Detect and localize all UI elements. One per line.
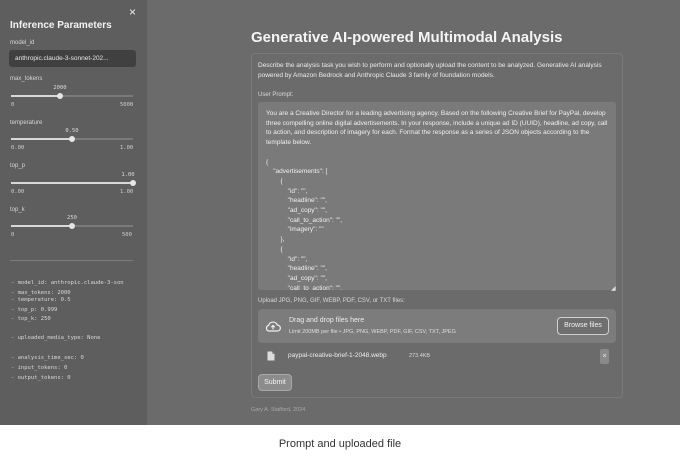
max-tokens-value: 2000 (53, 85, 67, 91)
uploaded-file-size: 273.4KB (409, 352, 431, 359)
page-title: Generative AI-powered Multimodal Analysi… (251, 29, 563, 46)
top-p-label: top_p (10, 163, 26, 169)
top-k-slider-thumb[interactable] (69, 223, 75, 229)
temperature-label: temperature (10, 120, 43, 126)
app-window: × Inference Parameters model_id anthropi… (0, 0, 680, 425)
cloud-upload-icon (265, 321, 281, 332)
max-tokens-max: 5000 (120, 102, 134, 108)
log-top-p: - top_p: 0.999 (11, 307, 58, 313)
sidebar-title: Inference Parameters (10, 20, 112, 31)
log-input-tokens: - input_tokens: 0 (11, 365, 68, 371)
footer-credit: Gary A. Stafford, 2024 (251, 407, 306, 413)
top-k-value: 250 (67, 215, 77, 221)
max-tokens-slider-fill (11, 95, 60, 97)
max-tokens-min: 0 (11, 102, 15, 108)
upload-label: Upload JPG, PNG, GIF, WEBP, PDF, CSV, or… (258, 298, 405, 304)
user-prompt-label: User Prompt: (258, 92, 294, 98)
top-k-slider[interactable] (11, 223, 133, 229)
top-k-min: 0 (11, 232, 15, 238)
user-prompt-textarea[interactable]: You are a Creative Director for a leadin… (258, 102, 616, 290)
browse-files-button[interactable]: Browse files (557, 317, 609, 335)
temperature-value: 0.50 (65, 128, 79, 134)
top-k-label: top_k (10, 207, 25, 213)
temperature-slider-fill (11, 138, 72, 140)
submit-button[interactable]: Submit (258, 374, 292, 391)
uploaded-file-name: paypal-creative-brief-1-2048.webp (288, 352, 387, 359)
top-p-min: 0.00 (11, 189, 25, 195)
drop-zone-limits: Limit 200MB per file • JPG, PNG, WEBP, P… (289, 329, 456, 335)
temperature-min: 0.00 (11, 145, 25, 151)
model-id-select[interactable]: anthropic.claude-3-sonnet-202... (9, 50, 136, 67)
top-k-max: 500 (122, 232, 132, 238)
log-max-tokens: - max_tokens: 2000 (11, 290, 71, 296)
image-caption: Prompt and uploaded file (278, 438, 402, 450)
log-temperature: - temperature: 0.5 (11, 297, 71, 303)
log-top-k: - top_k: 250 (11, 316, 51, 322)
resize-handle-icon[interactable]: ◢ (611, 285, 616, 292)
max-tokens-slider[interactable] (11, 93, 133, 99)
file-icon (267, 351, 275, 361)
uploaded-file-row: paypal-creative-brief-1-2048.webp 273.4K… (258, 347, 616, 367)
temperature-slider[interactable] (11, 136, 133, 142)
drop-zone-title: Drag and drop files here (289, 317, 365, 324)
top-k-slider-fill (11, 225, 72, 227)
remove-file-button[interactable]: × (600, 349, 609, 364)
user-prompt-text: You are a Creative Director for a leadin… (266, 110, 608, 290)
top-p-slider[interactable] (11, 180, 136, 186)
temperature-max: 1.00 (120, 145, 134, 151)
sidebar: × Inference Parameters model_id anthropi… (0, 0, 147, 425)
top-p-value: 1.00 (121, 172, 135, 178)
top-p-slider-thumb[interactable] (130, 180, 136, 186)
max-tokens-label: max_tokens (10, 76, 43, 82)
sidebar-divider (10, 260, 133, 261)
model-id-label: model_id (10, 40, 35, 46)
file-drop-zone[interactable]: Drag and drop files here Limit 200MB per… (258, 309, 616, 343)
top-p-slider-fill (11, 182, 133, 184)
log-analysis-time: - analysis_time_sec: 0 (11, 355, 84, 361)
log-output-tokens: - output_tokens: 0 (11, 375, 71, 381)
log-model-id: - model_id: anthropic.claude-3-son (11, 280, 124, 286)
description-text: Describe the analysis task you wish to p… (258, 62, 602, 79)
temperature-slider-thumb[interactable] (69, 136, 75, 142)
top-p-max: 1.00 (120, 189, 134, 195)
close-icon[interactable]: × (129, 5, 136, 19)
log-media-type: - uploaded_media_type: None (11, 335, 101, 341)
max-tokens-slider-thumb[interactable] (56, 93, 63, 99)
